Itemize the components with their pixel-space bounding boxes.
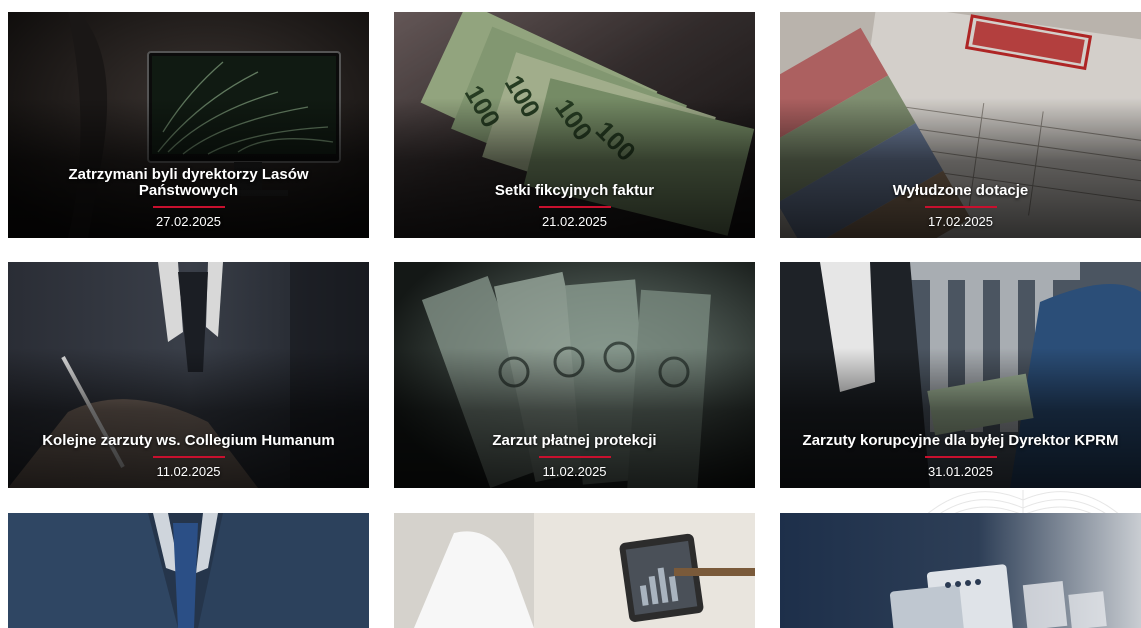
card-caption: Kolejne zarzuty ws. Collegium Humanum 11…: [18, 433, 359, 480]
tablet-charts-image: [394, 513, 755, 628]
article-card[interactable]: Zarzuty korupcyjne dla byłej Dyrektor KP…: [780, 262, 1141, 488]
accent-divider: [152, 206, 225, 208]
article-card[interactable]: [394, 513, 755, 628]
article-card[interactable]: [8, 513, 369, 628]
article-title[interactable]: Zatrzymani byli dyrektorzy Lasów Państwo…: [18, 167, 359, 199]
card-caption: Wyłudzone dotacje 17.02.2025: [790, 183, 1131, 230]
article-title[interactable]: Setki fikcyjnych faktur: [404, 183, 745, 199]
accent-divider: [538, 456, 611, 458]
documents-icons-image: [780, 513, 1141, 628]
article-title[interactable]: Wyłudzone dotacje: [790, 183, 1131, 199]
card-caption: Zarzuty korupcyjne dla byłej Dyrektor KP…: [790, 433, 1131, 480]
businessman-suit-image: [8, 513, 369, 628]
accent-divider: [924, 206, 997, 208]
card-caption: Setki fikcyjnych faktur 21.02.2025: [404, 183, 745, 230]
article-card[interactable]: Zatrzymani byli dyrektorzy Lasów Państwo…: [8, 12, 369, 238]
article-date: 11.02.2025: [542, 464, 607, 479]
accent-divider: [152, 456, 225, 458]
article-card[interactable]: Zarzut płatnej protekcji 11.02.2025: [394, 262, 755, 488]
article-date: 31.01.2025: [927, 464, 994, 479]
article-title[interactable]: Kolejne zarzuty ws. Collegium Humanum: [18, 433, 359, 449]
article-title[interactable]: Zarzut płatnej protekcji: [404, 433, 745, 449]
card-caption: Zarzut płatnej protekcji 11.02.2025: [404, 433, 745, 480]
accent-divider: [924, 456, 997, 458]
article-date: 27.02.2025: [155, 214, 222, 229]
article-date: 11.02.2025: [156, 464, 221, 479]
card-caption: Zatrzymani byli dyrektorzy Lasów Państwo…: [18, 167, 359, 230]
accent-divider: [538, 206, 611, 208]
article-card[interactable]: [780, 513, 1141, 628]
article-date: 17.02.2025: [927, 214, 994, 229]
article-card[interactable]: 100 100 100 100 Setki fikcyjnych faktur …: [394, 12, 755, 238]
article-title[interactable]: Zarzuty korupcyjne dla byłej Dyrektor KP…: [790, 433, 1131, 449]
article-card[interactable]: Kolejne zarzuty ws. Collegium Humanum 11…: [8, 262, 369, 488]
article-card[interactable]: Wyłudzone dotacje 17.02.2025: [780, 12, 1141, 238]
article-date: 21.02.2025: [541, 214, 608, 229]
